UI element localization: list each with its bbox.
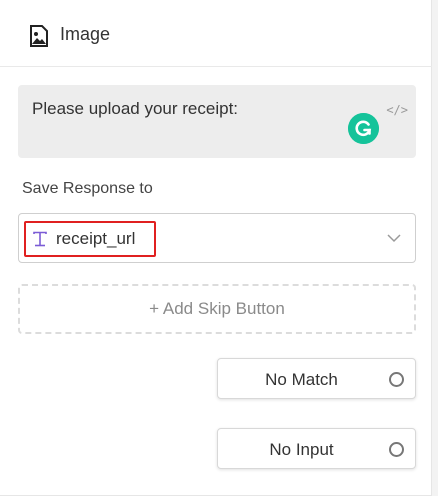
variable-select[interactable]: receipt_url: [18, 213, 416, 263]
no-input-connector-icon[interactable]: [389, 442, 404, 457]
editor-title: Image: [60, 24, 111, 44]
chevron-down-icon[interactable]: [387, 233, 401, 243]
no-match-connector-icon[interactable]: [389, 372, 404, 387]
editor-header: Image: [0, 0, 432, 67]
selected-variable[interactable]: receipt_url: [24, 221, 156, 257]
selected-variable-name: receipt_url: [56, 229, 136, 248]
prompt-text-field[interactable]: Please upload your receipt: </>: [18, 85, 416, 158]
add-skip-button[interactable]: + Add Skip Button: [18, 284, 416, 334]
image-icon: [30, 25, 48, 47]
no-match-label: No Match: [265, 370, 338, 389]
no-input-label: No Input: [269, 440, 334, 459]
no-match-port[interactable]: No Match: [217, 358, 416, 399]
no-input-port[interactable]: No Input: [217, 428, 416, 469]
grammarly-icon[interactable]: [348, 113, 379, 144]
code-toggle-icon[interactable]: </>: [386, 103, 408, 117]
text-variable-icon: [33, 231, 47, 247]
image-step-editor: Image Please upload your receipt: </> Sa…: [0, 0, 432, 496]
prompt-text[interactable]: Please upload your receipt:: [32, 99, 238, 119]
panel-edge: [432, 0, 438, 496]
save-response-label: Save Response to: [22, 180, 153, 197]
